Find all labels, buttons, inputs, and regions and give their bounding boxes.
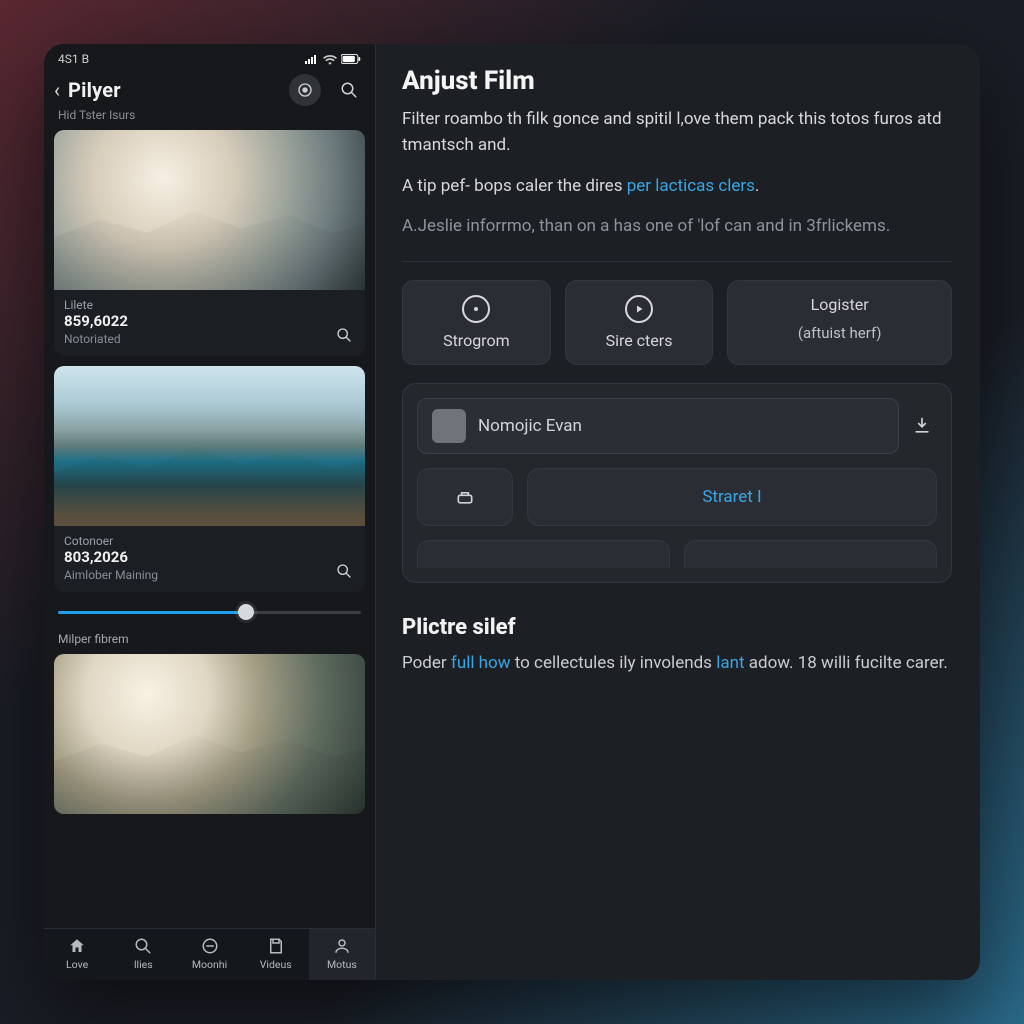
note-paragraph: A.Jeslie inforrmo, than on a has one of … [402, 213, 952, 239]
status-icons [305, 54, 361, 65]
tip-link[interactable]: per lacticas clers [627, 176, 755, 196]
home-icon [68, 937, 86, 955]
page-title: Anjust Film [402, 66, 952, 96]
search-icon [134, 937, 152, 955]
action-logister[interactable]: Logister (aftuist herf) [727, 280, 952, 365]
tab-bar: Love llies Moonhi Videus Motus [44, 928, 375, 980]
slider-label: Milper fibrem [58, 632, 361, 646]
zoom-icon[interactable] [333, 560, 355, 582]
divider [402, 261, 952, 262]
battery-icon [341, 54, 361, 64]
stub-button[interactable] [417, 540, 670, 568]
wifi-icon [323, 54, 337, 65]
zoom-icon[interactable] [333, 324, 355, 346]
tool-icon [455, 487, 475, 507]
status-time: 4S1 B [58, 52, 89, 66]
record-icon[interactable] [289, 74, 321, 106]
target-icon [462, 295, 490, 323]
save-icon [267, 937, 285, 955]
thumbnail [54, 654, 365, 814]
link-full-how[interactable]: full how [451, 653, 511, 673]
action-row: Strogrom Sire cters Logister (aftuist he… [402, 280, 952, 365]
card-value: 859,6022 [64, 312, 355, 330]
signal-icon [305, 54, 319, 64]
tab-month[interactable]: Moonhi [176, 929, 242, 980]
intro-paragraph: Filter roambo th filk gonce and spitil l… [402, 106, 952, 159]
card-sub: Aimlober Maining [64, 568, 355, 582]
action-sire[interactable]: Sire cters [565, 280, 714, 365]
tab-home[interactable]: Love [44, 929, 110, 980]
section-title: Plictre silef [402, 615, 952, 640]
status-bar: 4S1 B [44, 44, 375, 70]
action-strogrom[interactable]: Strogrom [402, 280, 551, 365]
back-button[interactable]: ‹ [54, 76, 62, 104]
search-icon[interactable] [333, 74, 365, 106]
stub-button[interactable] [684, 540, 937, 568]
app-bar: ‹ Pilyer [44, 70, 375, 108]
avatar-placeholder [432, 409, 466, 443]
progress-slider[interactable] [58, 602, 361, 622]
card-label: Lilete [64, 298, 355, 312]
right-pane: Anjust Film Filter roambo th filk gonce … [376, 44, 980, 980]
play-icon [625, 295, 653, 323]
chip-tool[interactable] [417, 468, 513, 526]
app-window: 4S1 B ‹ Pilyer Hid Tster Isurs [44, 44, 980, 980]
tip-paragraph: A tip pef- bops caler the dires per lact… [402, 173, 952, 199]
gallery-card[interactable]: Cotonoer 803,2026 Aimlober Maining [54, 366, 365, 592]
person-icon [333, 937, 351, 955]
minus-circle-icon [201, 937, 219, 955]
link-lant[interactable]: lant [716, 653, 744, 673]
card-value: 803,2026 [64, 548, 355, 566]
thumbnail [54, 130, 365, 290]
name-input[interactable]: Nomojic Evan [417, 398, 899, 454]
input-placeholder: Nomojic Evan [478, 416, 884, 436]
gallery-card[interactable] [54, 654, 365, 814]
left-pane: 4S1 B ‹ Pilyer Hid Tster Isurs [44, 44, 376, 980]
download-icon[interactable] [907, 411, 937, 441]
section-paragraph: Poder full how to cellectules ily invole… [402, 650, 952, 676]
gallery-card[interactable]: Lilete 859,6022 Notoriated [54, 130, 365, 356]
card-label: Cotonoer [64, 534, 355, 548]
app-title: Pilyer [68, 78, 277, 102]
card-sub: Notoriated [64, 332, 355, 346]
gallery-scroll[interactable]: Lilete 859,6022 Notoriated Cotonoer 803,… [44, 130, 375, 928]
thumbnail [54, 366, 365, 526]
tab-videos[interactable]: Videus [243, 929, 309, 980]
input-panel: Nomojic Evan Straret I [402, 383, 952, 583]
subheading: Hid Tster Isurs [44, 108, 375, 130]
chip-start[interactable]: Straret I [527, 468, 937, 526]
tab-search[interactable]: llies [110, 929, 176, 980]
tab-profile[interactable]: Motus [309, 929, 375, 980]
